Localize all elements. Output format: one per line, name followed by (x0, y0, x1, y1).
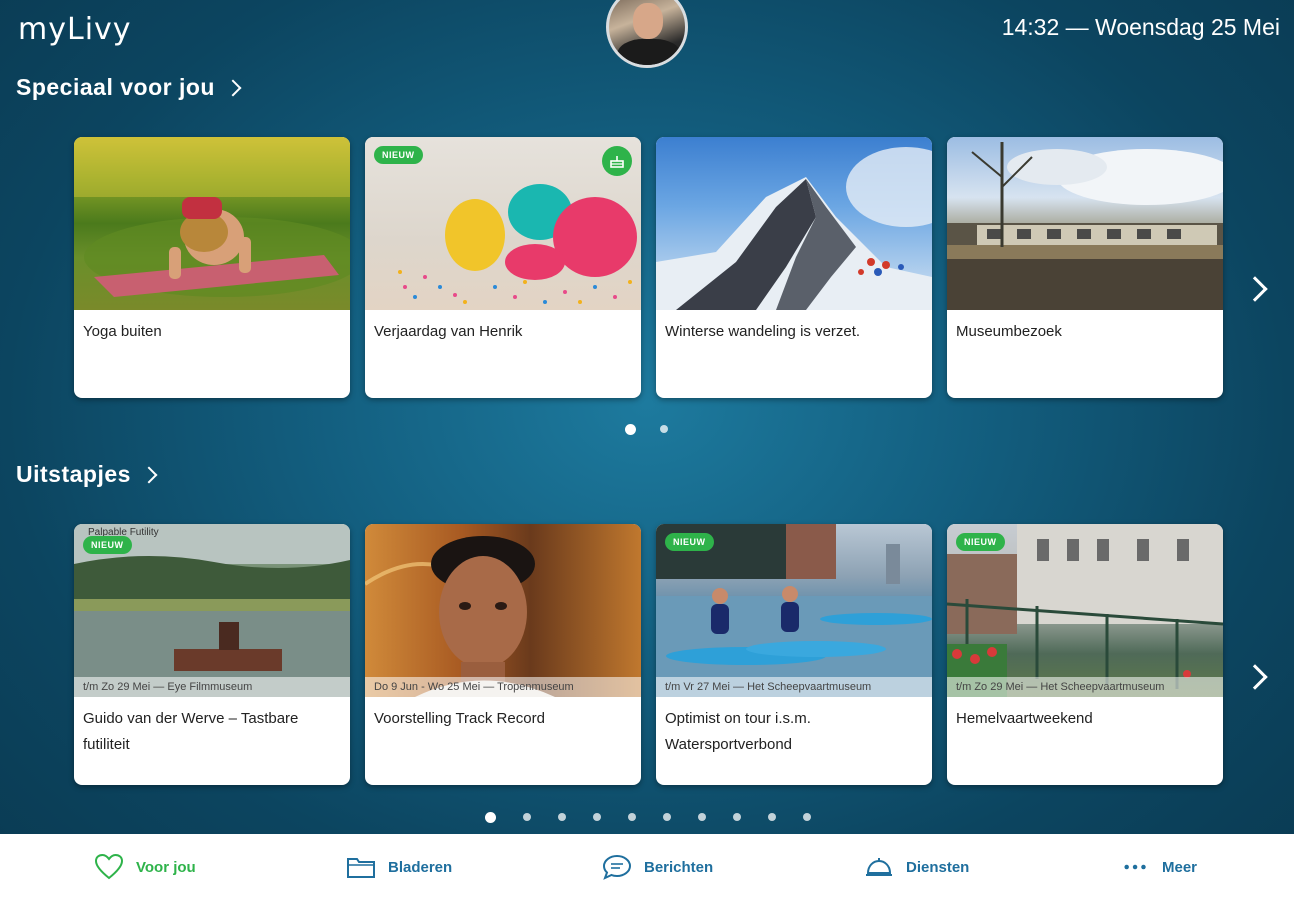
pagination-dot[interactable] (523, 813, 531, 821)
card-winterse-wandeling[interactable]: Winterse wandeling is verzet. (656, 137, 932, 398)
new-badge: NIEUW (665, 533, 714, 551)
pagination-dot[interactable] (593, 813, 601, 821)
folder-icon (347, 858, 375, 878)
new-badge: NIEUW (83, 536, 132, 554)
pagination-dot[interactable] (733, 813, 741, 821)
avatar-face (633, 3, 663, 39)
card-museumbezoek[interactable]: Museumbezoek (947, 137, 1223, 398)
nav-diensten[interactable]: Diensten (864, 834, 969, 900)
balloons-photo: NIEUW (365, 137, 641, 310)
pagination-dot[interactable] (485, 811, 496, 823)
mountain-photo (656, 137, 932, 310)
section-title-label: Speciaal voor jou (16, 74, 215, 100)
portrait-photo: Do 9 Jun - Wo 25 Mei — Tropenmuseum (365, 524, 641, 697)
card-title: Winterse wandeling is verzet. (665, 323, 861, 340)
section-title-uitstapjes[interactable]: Uitstapjes (16, 461, 158, 488)
card-row-speciaal: Yoga buiten NIEUW Verjaardag van Henrik (74, 137, 1223, 398)
event-meta: t/m Zo 29 Mei — Eye Filmmuseum (74, 677, 350, 697)
nav-bladeren[interactable]: Bladeren (346, 834, 452, 900)
card-title: Voorstelling Track Record (374, 710, 545, 727)
service-bell-icon (866, 858, 892, 876)
top-bar: myLivy 14:32 — Woensdag 25 Mei (0, 0, 1294, 68)
bottom-nav: Voor jou Bladeren Berichten Diensten Mee… (0, 834, 1294, 900)
card-row-uitstapjes: Palpable Futility NIEUW t/m Zo 29 Mei — … (74, 524, 1223, 785)
card-guido[interactable]: Palpable Futility NIEUW t/m Zo 29 Mei — … (74, 524, 350, 785)
card-title: Verjaardag van Henrik (374, 323, 523, 340)
canal-photo: NIEUW t/m Zo 29 Mei — Het Scheepvaartmus… (947, 524, 1223, 697)
chat-icon (602, 854, 632, 880)
nav-label: Diensten (906, 858, 970, 876)
date-time: 14:32 — Woensdag 25 Mei (1001, 14, 1280, 40)
yoga-photo (74, 137, 350, 310)
chevron-right-icon (224, 79, 242, 96)
pagination-speciaal (625, 423, 668, 435)
paddleboard-photo: NIEUW t/m Vr 27 Mei — Het Scheepvaartmus… (656, 524, 932, 697)
event-meta: t/m Zo 29 Mei — Het Scheepvaartmuseum (947, 677, 1223, 697)
new-badge: NIEUW (956, 533, 1005, 551)
app-logo: myLivy (18, 12, 132, 47)
cake-icon (602, 146, 632, 176)
museum-building-photo (947, 137, 1223, 310)
card-yoga[interactable]: Yoga buiten (74, 137, 350, 398)
new-badge: NIEUW (374, 146, 423, 164)
nav-label: Bladeren (388, 858, 453, 876)
card-title: Museumbezoek (956, 323, 1062, 340)
pagination-dot[interactable] (663, 813, 671, 821)
pagination-dot[interactable] (628, 813, 636, 821)
nav-label: Berichten (644, 858, 714, 876)
more-dots-icon (1124, 864, 1146, 870)
pagination-dot[interactable] (698, 813, 706, 821)
nav-label: Voor jou (136, 858, 196, 876)
card-title: Optimist on tour i.s.m. Watersportverbon… (665, 710, 811, 753)
chevron-right-icon-next[interactable] (1242, 664, 1268, 690)
pagination-uitstapjes (485, 811, 811, 823)
card-title: Yoga buiten (83, 323, 162, 340)
nav-label: Meer (1162, 858, 1198, 876)
section-title-label: Uitstapjes (16, 461, 131, 487)
chevron-right-icon-next[interactable] (1242, 276, 1268, 302)
event-meta: Do 9 Jun - Wo 25 Mei — Tropenmuseum (365, 677, 641, 697)
user-avatar[interactable] (606, 0, 688, 68)
event-meta: t/m Vr 27 Mei — Het Scheepvaartmuseum (656, 677, 932, 697)
pagination-dot[interactable] (660, 425, 668, 433)
card-track-record[interactable]: Do 9 Jun - Wo 25 Mei — Tropenmuseum Voor… (365, 524, 641, 785)
nav-meer[interactable]: Meer (1122, 834, 1197, 900)
card-title: Hemelvaartweekend (956, 710, 1093, 727)
chevron-right-icon (140, 466, 158, 483)
pagination-dot[interactable] (558, 813, 566, 821)
pagination-dot[interactable] (768, 813, 776, 821)
heart-icon (94, 853, 124, 880)
avatar-shirt (617, 39, 681, 65)
pagination-dot[interactable] (625, 423, 636, 435)
card-hemelvaartweekend[interactable]: NIEUW t/m Zo 29 Mei — Het Scheepvaartmus… (947, 524, 1223, 785)
card-title: Guido van der Werve – Tastbare futilitei… (83, 710, 299, 753)
pagination-dot[interactable] (803, 813, 811, 821)
card-optimist[interactable]: NIEUW t/m Vr 27 Mei — Het Scheepvaartmus… (656, 524, 932, 785)
nav-berichten[interactable]: Berichten (602, 834, 713, 900)
nav-voor-jou[interactable]: Voor jou (94, 834, 196, 900)
section-title-speciaal[interactable]: Speciaal voor jou (16, 74, 242, 101)
lake-photo: Palpable Futility NIEUW t/m Zo 29 Mei — … (74, 524, 350, 697)
card-verjaardag[interactable]: NIEUW Verjaardag van Henrik (365, 137, 641, 398)
